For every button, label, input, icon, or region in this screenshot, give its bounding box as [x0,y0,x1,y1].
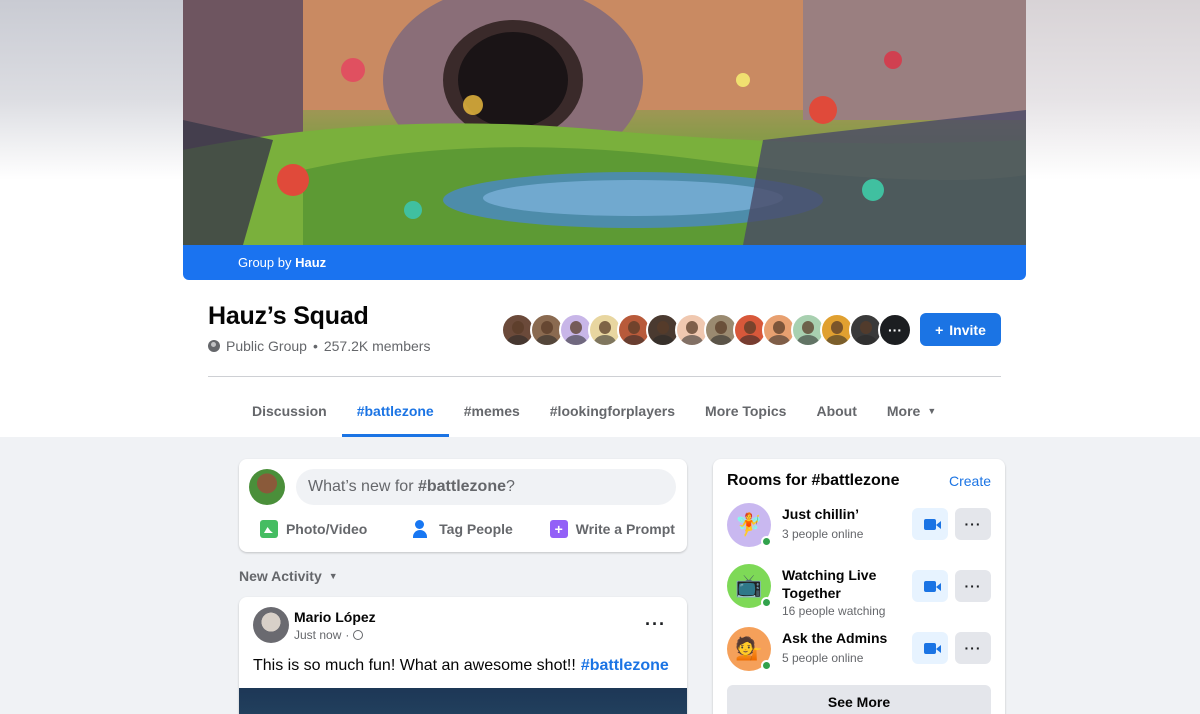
background-fade-right [1025,0,1200,180]
tab-lookingforplayers[interactable]: #lookingforplayers [535,385,690,437]
meta-separator: • [312,338,318,354]
tab-more-topics[interactable]: More Topics [690,385,801,437]
post-text: This is so much fun! What an awesome sho… [253,657,669,675]
room-avatar: 💁 [727,627,772,671]
author-avatar[interactable] [253,607,289,643]
join-video-button[interactable] [912,570,948,602]
post-body: This is so much fun! What an awesome sho… [253,657,576,674]
video-camera-icon [924,642,936,654]
caret-down-icon: ▼ [927,406,937,416]
cover-photo[interactable] [183,0,1026,245]
tab-label: #memes [463,403,520,419]
user-avatar[interactable] [249,469,285,505]
room-more-button[interactable]: ··· [955,570,991,602]
room-status: 16 people watching [782,604,886,618]
feed-sort-dropdown[interactable]: New Activity ▼ [239,568,338,584]
rooms-title: Rooms for #battlezone [727,472,900,489]
cover-art-illustration [183,0,1026,245]
tab-label: #battlezone [356,403,434,419]
room-avatar: 🧚 [727,503,772,547]
tab-more[interactable]: More ▼ [872,385,951,437]
prompt-icon: + [549,520,568,538]
person-icon: 💁 [735,636,763,661]
tab-battlezone[interactable]: #battlezone [341,385,449,437]
globe-icon [208,340,220,352]
post-author[interactable]: Mario López [294,609,376,625]
post-hashtag-link[interactable]: #battlezone [581,657,669,674]
video-camera-icon [924,580,936,592]
tab-label: Discussion [252,403,327,419]
join-video-button[interactable] [912,508,948,540]
post-meta-separator: · [345,628,350,642]
group-name: Hauz’s Squad [208,302,369,330]
composer-placeholder-prefix: What’s new for [308,478,414,495]
post-time[interactable]: Just now [294,628,341,642]
composer-placeholder-suffix: ? [506,478,515,495]
room-name: Watching Live Together [782,567,877,601]
photo-video-button[interactable]: Photo/Video [239,515,388,543]
cover-group-owner-bar: Group by Hauz [183,245,1026,280]
group-privacy: Public Group [226,338,307,354]
photo-icon [259,520,278,538]
composer-actions: Photo/Video Tag People + Write a Prompt [239,515,687,543]
tag-people-icon [413,520,431,538]
photo-video-label: Photo/Video [285,521,368,537]
caret-down-icon: ▼ [328,571,338,581]
write-prompt-button[interactable]: + Write a Prompt [538,515,687,543]
room-item[interactable]: 📺 Watching Live Together 16 people watch… [727,564,993,618]
feed-post: Mario López Just now · ··· This is so mu… [239,597,687,714]
composer-input[interactable]: What’s new for #battlezone? [296,469,676,505]
group-member-count[interactable]: 257.2K members [324,338,431,354]
tab-label: #lookingforplayers [549,403,676,419]
post-timestamp: Just now · [294,628,364,642]
tab-label: More [886,403,921,419]
rooms-panel: Rooms for #battlezone Create 🧚 Just chil… [713,459,1005,714]
room-more-button[interactable]: ··· [955,632,991,664]
see-more-rooms-button[interactable]: See More [727,685,991,714]
group-tabs: Discussion #battlezone #memes #lookingfo… [237,385,951,437]
tab-discussion[interactable]: Discussion [237,385,342,437]
invite-button[interactable]: + Invite [920,313,1001,346]
online-indicator [761,660,772,671]
globe-icon [353,630,364,640]
room-name: Ask the Admins [782,630,888,646]
header-divider [208,376,1001,377]
invite-label: Invite [949,321,986,338]
online-indicator [761,536,772,547]
join-video-button[interactable] [912,632,948,664]
post-composer: What’s new for #battlezone? Photo/Video … [239,459,687,552]
tab-label: More Topics [705,403,787,419]
tab-memes[interactable]: #memes [449,385,535,437]
room-item[interactable]: 💁 Ask the Admins 5 people online ··· [727,627,993,675]
tab-label: About [816,403,857,419]
composer-placeholder-topic: #battlezone [417,478,506,495]
post-menu-button[interactable]: ··· [645,614,666,635]
fairy-icon: 🧚 [735,512,763,537]
tv-icon: 📺 [735,573,763,598]
plus-icon: + [935,321,944,338]
group-meta: Public Group • 257.2K members [208,338,430,354]
room-more-button[interactable]: ··· [955,508,991,540]
group-owner-name[interactable]: Hauz [295,255,326,270]
video-camera-icon [924,518,936,530]
tag-people-button[interactable]: Tag People [388,515,537,543]
member-avatar-stack[interactable]: ··· [501,313,912,347]
tag-people-label: Tag People [439,521,513,537]
create-room-link[interactable]: Create [949,473,991,489]
online-indicator [761,597,772,608]
feed-sort-label: New Activity [239,568,322,584]
room-status: 5 people online [782,651,864,665]
room-status: 3 people online [782,527,864,541]
group-by-prefix: Group by [238,255,292,270]
room-item[interactable]: 🧚 Just chillin’ 3 people online ··· [727,503,993,551]
post-media[interactable] [239,688,687,714]
background-fade-left [0,0,183,180]
tab-about[interactable]: About [801,385,871,437]
room-name: Just chillin’ [782,506,860,522]
write-prompt-label: Write a Prompt [575,521,675,537]
more-members-button[interactable]: ··· [878,313,912,347]
room-avatar: 📺 [727,564,772,608]
